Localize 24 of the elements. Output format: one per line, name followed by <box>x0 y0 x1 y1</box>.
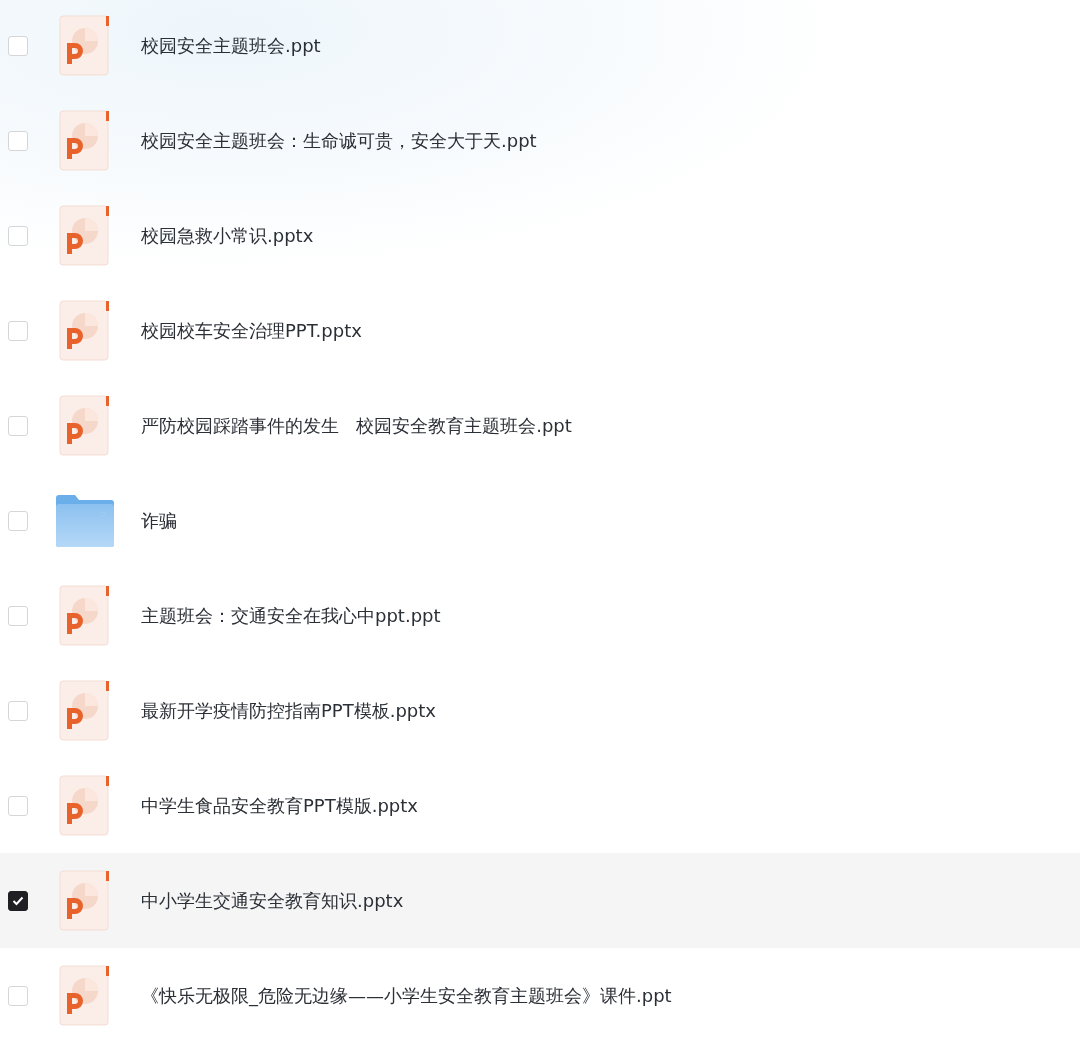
checkmark-icon <box>12 895 24 906</box>
file-name[interactable]: 中学生食品安全教育PPT模版.pptx <box>141 793 418 818</box>
presentation-file-icon <box>59 585 111 646</box>
checkbox[interactable] <box>8 890 28 911</box>
presentation-file-icon <box>59 205 111 266</box>
file-name[interactable]: 中小学生交通安全教育知识.pptx <box>141 888 404 913</box>
file-name[interactable]: 主题班会：交通安全在我心中ppt.ppt <box>141 603 441 628</box>
presentation-file-icon <box>59 15 111 76</box>
presentation-file-icon <box>59 870 111 931</box>
presentation-file-icon <box>59 300 111 361</box>
file-name[interactable]: 诈骗 <box>141 508 177 533</box>
file-name[interactable]: 校园安全主题班会.ppt <box>141 33 321 58</box>
file-name[interactable]: 最新开学疫情防控指南PPT模板.pptx <box>141 698 436 723</box>
file-name[interactable]: 校园安全主题班会：生命诚可贵，安全大于天.ppt <box>141 128 537 153</box>
file-name[interactable]: 校园校车安全治理PPT.pptx <box>141 318 362 343</box>
presentation-file-icon <box>59 110 111 171</box>
file-name[interactable]: 《快乐无极限_危险无边缘——小学生安全教育主题班会》课件.ppt <box>141 983 672 1008</box>
presentation-file-icon <box>59 680 111 741</box>
file-name[interactable]: 严防校园踩踏事件的发生 校园安全教育主题班会.ppt <box>141 413 572 438</box>
presentation-file-icon <box>59 775 111 836</box>
file-name[interactable]: 校园急救小常识.pptx <box>141 223 314 248</box>
presentation-file-icon <box>59 965 111 1026</box>
folder-icon <box>56 494 114 547</box>
presentation-file-icon <box>59 395 111 456</box>
